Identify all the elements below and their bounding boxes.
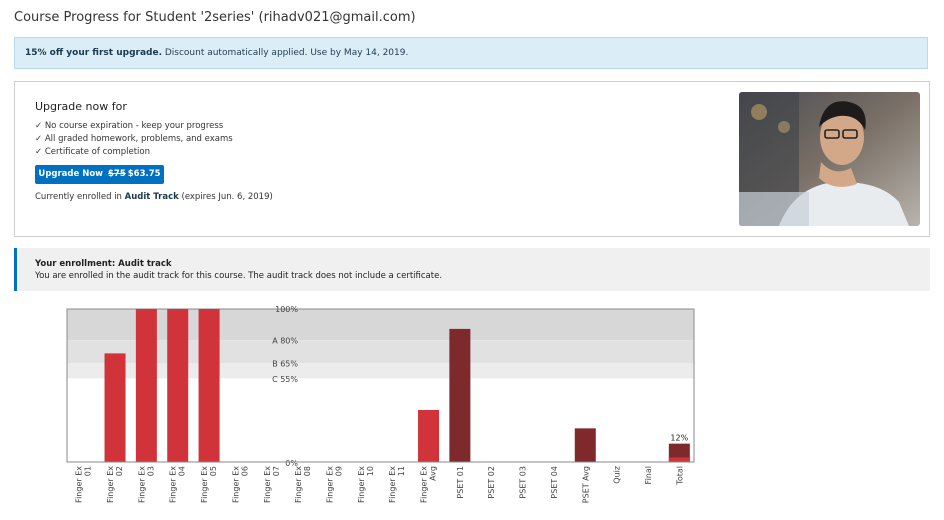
grade-cutoff-label: C 55%: [272, 375, 298, 384]
old-price: $75: [108, 169, 126, 179]
x-tick-label: Finger Ex Avg: [420, 466, 438, 503]
page-title: Course Progress for Student '2series' (r…: [14, 10, 416, 25]
x-tick-text: 10: [366, 466, 375, 476]
discount-details: Discount automatically applied. Use by M…: [161, 48, 409, 58]
x-tick-text: 02: [115, 466, 124, 476]
x-tick-text: PSET 02: [487, 466, 496, 499]
discount-headline: 15% off your first upgrade.: [25, 48, 162, 58]
grade-cutoff-label: 100%: [275, 305, 298, 314]
upgrade-button-label: Upgrade Now: [38, 169, 104, 179]
x-tick-text: Finger Ex: [106, 466, 115, 503]
x-tick-text: Finger Ex: [137, 466, 146, 503]
grade-band: [67, 363, 694, 379]
grade-cutoff-label: A 80%: [272, 337, 298, 346]
x-tick-label: PSET Avg: [581, 466, 590, 503]
x-tick-text: Finger Ex: [325, 466, 334, 503]
enrollment-title: Your enrollment: Audit track: [35, 259, 172, 269]
new-price: $63.75: [127, 169, 161, 179]
x-tick-text: 03: [146, 466, 155, 476]
bar-finger-ex-04: [167, 309, 189, 462]
upgrade-title: Upgrade now for: [35, 100, 127, 113]
x-tick-text: PSET 04: [550, 466, 559, 499]
bar-pset-01: [449, 328, 471, 462]
student-photo: [739, 92, 920, 226]
upgrade-benefits-list: ✓ No course expiration - keep your progr…: [35, 120, 233, 159]
x-tick-label: Quiz: [613, 466, 622, 484]
x-tick-label: Finger Ex 04: [169, 466, 187, 503]
benefit-item: ✓ All graded homework, problems, and exa…: [35, 134, 233, 144]
bar-finger-ex-02: [104, 353, 126, 462]
x-tick-text: Finger Ex: [263, 466, 272, 503]
bar-finger-ex-05: [198, 309, 220, 462]
enrollment-notice: Your enrollment: Audit track You are enr…: [14, 248, 930, 291]
x-tick-text: Total: [675, 466, 684, 486]
x-tick-label: Finger Ex 09: [325, 466, 343, 503]
x-tick-text: Finger Ex: [75, 466, 84, 503]
upgrade-panel: Upgrade now for ✓ No course expiration -…: [14, 81, 930, 237]
x-tick-label: Final: [644, 466, 653, 484]
x-tick-text: PSET 01: [456, 466, 465, 499]
x-tick-text: Finger Ex: [231, 466, 240, 503]
x-tick-text: 11: [397, 466, 406, 476]
grade-cutoff-label: B 65%: [272, 360, 298, 369]
x-tick-text: 05: [209, 466, 218, 476]
x-tick-text: Finger Ex: [388, 466, 397, 503]
enrollment-text: You are enrolled in the audit track for …: [35, 271, 443, 281]
x-tick-label: PSET 01: [456, 466, 465, 499]
x-tick-label: Finger Ex 06: [231, 466, 249, 503]
grade-band: [67, 309, 694, 341]
audit-track-link[interactable]: Audit Track: [125, 192, 179, 202]
x-tick-label: Finger Ex 02: [106, 466, 124, 503]
bar-pset-avg: [574, 428, 596, 462]
total-value-label: 12%: [670, 434, 688, 443]
x-tick-text: Finger Ex: [357, 466, 366, 503]
x-tick-text: Avg: [429, 466, 438, 481]
x-tick-text: Final: [644, 466, 653, 484]
bar-finger-ex-03: [135, 309, 157, 462]
progress-chart-svg: 100%A 80%B 65%C 55%0%Finger Ex 01 Finger E…: [66, 305, 695, 503]
x-tick-text: 08: [303, 466, 312, 476]
x-tick-label: Total: [675, 466, 684, 486]
benefit-item: ✓ No course expiration - keep your progr…: [35, 121, 224, 131]
status-expiry: (expires Jun. 6, 2019): [178, 192, 273, 202]
x-tick-label: PSET 02: [487, 466, 496, 499]
x-tick-label: Finger Ex 08: [294, 466, 312, 503]
x-tick-text: 04: [178, 466, 187, 476]
x-tick-text: Finger Ex: [420, 466, 429, 503]
enrollment-status: Currently enrolled in Audit Track (expir…: [35, 192, 273, 202]
discount-banner: 15% off your first upgrade. Discount aut…: [14, 37, 928, 69]
bar-total-current: [668, 457, 690, 462]
benefit-item: ✓ Certificate of completion: [35, 147, 150, 157]
x-tick-label: Finger Ex 01: [75, 466, 93, 503]
x-tick-text: Finger Ex: [169, 466, 178, 503]
bar-finger-ex-avg: [418, 409, 440, 462]
x-tick-label: Finger Ex 07: [263, 466, 281, 503]
x-tick-text: PSET Avg: [581, 466, 590, 503]
x-tick-text: 09: [334, 466, 343, 476]
x-tick-text: Finger Ex: [294, 466, 303, 503]
x-tick-text: PSET 03: [519, 466, 528, 499]
progress-chart: 100% A 80% B 65% C 55% 0% Finger Ex 01 Finger E…: [0, 300, 944, 520]
status-prefix: Currently enrolled in: [35, 192, 125, 202]
x-tick-label: Finger Ex 05: [200, 466, 218, 503]
x-tick-label: PSET 03: [519, 466, 528, 499]
x-tick-label: Finger Ex 11: [388, 466, 406, 503]
x-tick-text: Quiz: [613, 466, 622, 484]
x-tick-label: PSET 04: [550, 466, 559, 499]
x-tick-text: 07: [272, 466, 281, 476]
grade-band: [67, 340, 694, 364]
x-tick-label: Finger Ex 10: [357, 466, 375, 503]
x-tick-text: 01: [84, 466, 93, 476]
x-tick-text: Finger Ex: [200, 466, 209, 503]
upgrade-now-button[interactable]: Upgrade Now $75 $63.75: [35, 165, 164, 184]
x-tick-text: 06: [240, 466, 249, 476]
x-tick-label: Finger Ex 03: [137, 466, 155, 503]
